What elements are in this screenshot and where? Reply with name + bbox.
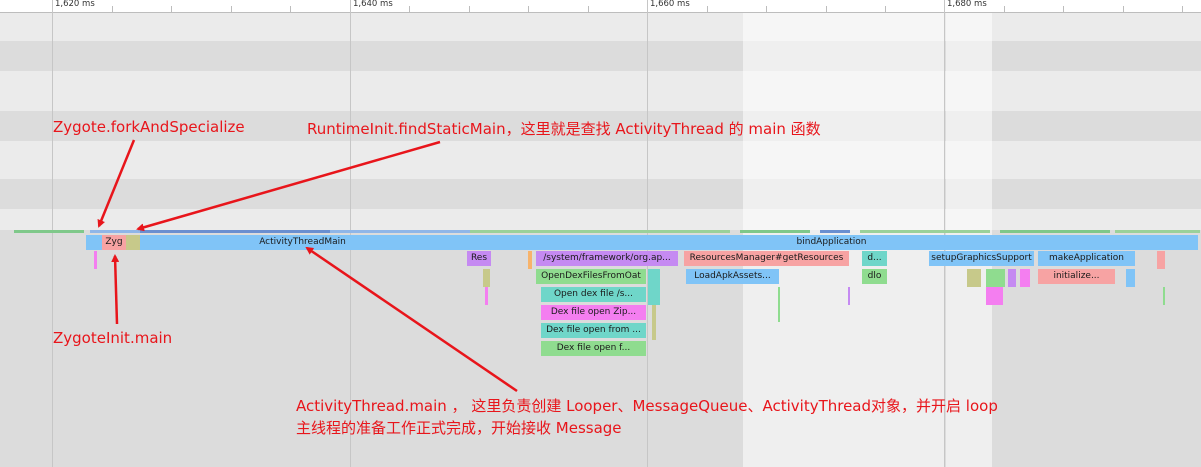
annotation-activity-thread-main-2: 主线程的准备工作正式完成，开始接收 Message <box>296 419 622 437</box>
track-row[interactable] <box>0 71 1201 111</box>
track-row[interactable] <box>0 209 1201 230</box>
slice-small[interactable] <box>1008 269 1016 287</box>
cpu-activity-bar <box>140 230 330 233</box>
slice-dex-open-f[interactable]: Dex file open f... <box>541 341 646 356</box>
slice-dex-open-zip[interactable]: Dex file open Zip... <box>541 305 646 320</box>
slice-small[interactable] <box>1163 287 1165 305</box>
slice-small[interactable] <box>648 269 660 287</box>
slice-dlo[interactable]: dlo <box>862 269 887 284</box>
slice-small[interactable] <box>648 287 660 305</box>
slice-open-dex-files[interactable]: OpenDexFilesFromOat <box>536 269 646 284</box>
slice-system-framework[interactable]: /system/framework/org.ap... <box>536 251 678 266</box>
slice-small[interactable] <box>483 269 490 287</box>
track-row[interactable] <box>0 141 1201 179</box>
ruler-minor-tick <box>588 6 589 12</box>
track-row[interactable] <box>0 179 1201 209</box>
cpu-activity-bar <box>820 230 850 233</box>
annotation-zygote-init-main: ZygoteInit.main <box>53 329 173 347</box>
ruler-minor-tick <box>826 6 827 12</box>
ruler-minor-tick <box>409 6 410 12</box>
ruler-minor-tick <box>766 6 767 12</box>
slice-runtime-init[interactable] <box>126 235 140 250</box>
ruler-minor-tick <box>707 6 708 12</box>
cpu-activity-bar <box>860 230 990 233</box>
track-row[interactable] <box>0 13 1201 41</box>
slice-zygote-init[interactable]: Zyg <box>102 235 126 250</box>
cpu-activity-bar <box>14 230 84 233</box>
ruler-minor-tick <box>290 6 291 12</box>
cpu-activity-bar <box>1115 230 1200 233</box>
ruler-minor-tick <box>231 6 232 12</box>
ruler-minor-tick <box>469 6 470 12</box>
ruler-minor-tick <box>1123 6 1124 12</box>
ruler-minor-tick <box>1063 6 1064 12</box>
ruler-minor-tick <box>885 6 886 12</box>
slice-zygote-fork[interactable] <box>86 235 102 250</box>
slice-initialize[interactable]: initialize... <box>1038 269 1115 284</box>
annotation-activity-thread-main-1: ActivityThread.main ， 这里负责创建 Looper、Mess… <box>296 397 998 415</box>
slice-bind-application[interactable]: bindApplication <box>465 235 1198 250</box>
slice-resources-manager[interactable]: ResourcesManager#getResources <box>684 251 849 266</box>
ruler-label-1640: 1,640 ms <box>353 0 393 9</box>
slice-small[interactable] <box>485 287 488 305</box>
slice-make-application[interactable]: makeApplication <box>1038 251 1135 266</box>
ruler-label-1620: 1,620 ms <box>55 0 95 9</box>
ruler-minor-tick <box>1004 6 1005 12</box>
timeline-ruler[interactable]: 1,620 ms 1,640 ms 1,660 ms 1,680 ms <box>0 0 1201 13</box>
ruler-minor-tick <box>171 6 172 12</box>
ruler-label-1660: 1,660 ms <box>650 0 690 9</box>
slice-setup-graphics[interactable]: setupGraphicsSupport <box>929 251 1034 266</box>
slice-load-apk-assets[interactable]: LoadApkAssets... <box>686 269 779 284</box>
track-row[interactable] <box>0 41 1201 71</box>
ruler-minor-tick <box>1182 6 1183 12</box>
cpu-activity-bar <box>740 230 810 233</box>
slice-open-dex-file[interactable]: Open dex file /s... <box>541 287 646 302</box>
slice-small[interactable] <box>1126 269 1135 287</box>
cpu-activity-bar <box>1000 230 1110 233</box>
grid-line <box>52 0 53 467</box>
slice-small[interactable] <box>967 269 981 287</box>
slice-small[interactable] <box>986 269 1005 287</box>
slice-dex-open-from[interactable]: Dex file open from ... <box>541 323 646 338</box>
slice-small[interactable] <box>778 287 780 322</box>
annotation-find-static-main: RuntimeInit.findStaticMain，这里就是查找 Activi… <box>307 120 821 138</box>
slice-small[interactable] <box>652 305 656 340</box>
ruler-minor-tick <box>528 6 529 12</box>
slice-d[interactable]: d... <box>862 251 887 266</box>
ruler-minor-tick <box>112 6 113 12</box>
slice-small[interactable] <box>1157 251 1165 269</box>
slice-small[interactable] <box>848 287 850 305</box>
slice-activity-thread-main[interactable]: ActivityThreadMain <box>140 235 465 250</box>
ruler-label-1680: 1,680 ms <box>947 0 987 9</box>
annotation-fork-and-specialize: Zygote.forkAndSpecialize <box>53 118 245 136</box>
slice-small[interactable] <box>986 287 1003 305</box>
slice-small[interactable] <box>528 251 532 269</box>
slice-small[interactable] <box>94 251 97 269</box>
cpu-activity-bar <box>470 230 730 233</box>
slice-res[interactable]: Res <box>467 251 491 266</box>
slice-small[interactable] <box>1020 269 1030 287</box>
